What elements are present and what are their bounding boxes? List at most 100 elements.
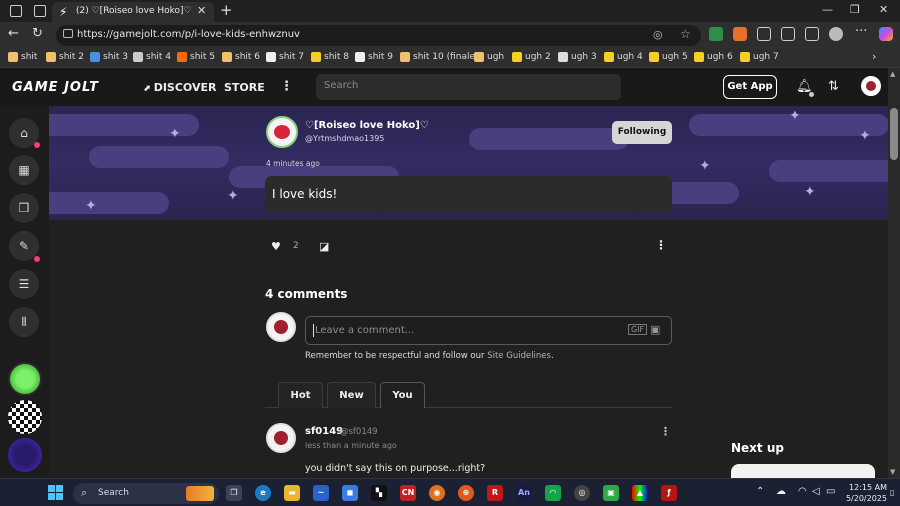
post-options-icon[interactable]: ⋮ — [655, 238, 667, 252]
extension-shield-icon[interactable] — [709, 27, 723, 41]
author-handle[interactable]: @Yrtmshdmao1395 — [305, 134, 384, 143]
app-icon[interactable]: ⊕ — [458, 485, 474, 501]
site-info-icon[interactable] — [63, 29, 73, 38]
wifi-icon[interactable]: ◠ — [798, 486, 807, 497]
comment-timestamp[interactable]: less than a minute ago — [305, 441, 397, 450]
new-tab-icon[interactable]: + — [220, 1, 233, 19]
comment-input[interactable]: Leave a comment... GIF ▣ — [305, 316, 672, 345]
animate-icon[interactable]: An — [516, 485, 532, 501]
bookmark-item[interactable]: ugh 3 — [558, 52, 597, 62]
bookmark-item[interactable]: shit — [8, 52, 37, 62]
taskbar-search[interactable]: ⌕ Search — [73, 483, 219, 504]
tab-actions-icon[interactable] — [34, 5, 46, 17]
volume-icon[interactable]: ◁ — [812, 486, 820, 497]
profile-icon[interactable] — [829, 27, 843, 41]
scrollbar-thumb[interactable] — [890, 108, 898, 160]
author-avatar[interactable] — [266, 116, 298, 148]
site-search-input[interactable]: Search — [316, 74, 621, 100]
more-menu-icon[interactable]: ⋮ — [280, 79, 293, 94]
close-window-icon[interactable]: ✕ — [879, 3, 888, 16]
bookmark-item[interactable]: shit 7 — [266, 52, 304, 62]
community-avatar[interactable] — [8, 400, 42, 434]
library-icon[interactable]: ⦀ — [9, 307, 39, 337]
bookmark-item[interactable]: shit 5 — [177, 52, 215, 62]
address-bar[interactable]: https://gamejolt.com/p/i-love-kids-enhwz… — [56, 25, 701, 46]
tab-you[interactable]: You — [380, 382, 425, 408]
bookmark-item[interactable]: shit 10 (finale) — [400, 52, 479, 62]
bookmark-item[interactable]: shit 9 — [355, 52, 393, 62]
inventory-icon[interactable]: ❒ — [9, 193, 39, 223]
commenter-avatar[interactable] — [266, 423, 296, 453]
more-bookmarks-icon[interactable]: › — [872, 50, 876, 63]
site-guidelines-link[interactable]: Site Guidelines — [487, 351, 551, 361]
following-button[interactable]: Following — [612, 121, 672, 144]
community-avatar[interactable] — [8, 438, 42, 472]
browser-menu-icon[interactable]: ··· — [855, 24, 867, 39]
next-up-card[interactable] — [731, 464, 875, 478]
maximize-icon[interactable]: ❐ — [850, 3, 860, 16]
blender-icon[interactable]: ◉ — [429, 485, 445, 501]
screenshot-icon[interactable] — [757, 27, 771, 41]
browser-tab-active[interactable]: ⚡ (2) ♡[Roiseo love Hoko]♡ on Gam ✕ — [52, 2, 214, 22]
bookmark-item[interactable]: shit 8 — [311, 52, 349, 62]
sticker-picker-icon[interactable]: ▣ — [650, 323, 660, 336]
notifications-tray-icon[interactable]: ▯ — [890, 488, 894, 497]
scroll-down-icon[interactable]: ▼ — [890, 468, 895, 476]
flash-icon[interactable]: ƒ — [661, 485, 677, 501]
like-heart-icon[interactable]: ♥ — [271, 240, 281, 253]
workspaces-icon[interactable] — [10, 5, 22, 17]
like-count[interactable]: 2 — [293, 241, 299, 251]
friends-icon[interactable]: ⇅ — [828, 79, 839, 94]
bookmark-item[interactable]: shit 3 — [90, 52, 128, 62]
reader-icon[interactable]: ◎ — [653, 28, 663, 41]
task-view-icon[interactable]: ❐ — [226, 485, 242, 501]
extension-pen-icon[interactable] — [733, 27, 747, 41]
bookmark-item[interactable]: shit 6 — [222, 52, 260, 62]
tab-new[interactable]: New — [327, 382, 376, 408]
gamejolt-logo[interactable]: GAME JOLT — [12, 80, 99, 95]
store-icon[interactable]: ▦ — [9, 155, 39, 185]
store-link[interactable]: STORE — [224, 81, 265, 94]
bookmark-item[interactable]: ugh 2 — [512, 52, 551, 62]
edge-browser-icon[interactable]: e — [255, 485, 271, 501]
microsoft-store-icon[interactable]: ◼ — [342, 485, 358, 501]
favorites-icon[interactable] — [805, 27, 819, 41]
app-icon[interactable]: ~ — [313, 485, 329, 501]
app-icon[interactable]: ▚ — [371, 485, 387, 501]
user-avatar[interactable] — [861, 76, 881, 96]
bookmark-item[interactable]: shit 2 — [46, 52, 84, 62]
back-icon[interactable]: ← — [8, 26, 19, 41]
app-icon[interactable]: ◎ — [574, 485, 590, 501]
bookmark-item[interactable]: shit 4 — [133, 52, 171, 62]
discover-link[interactable]: ⬈ DISCOVER — [143, 81, 216, 94]
scroll-up-icon[interactable]: ▲ — [890, 70, 895, 78]
app-icon[interactable]: CN — [400, 485, 416, 501]
tray-overflow-icon[interactable]: ⌃ — [756, 486, 764, 497]
onedrive-cloud-icon[interactable]: ☁ — [776, 486, 786, 497]
minimize-icon[interactable]: — — [822, 3, 833, 16]
comment-options-icon[interactable]: ⋮ — [660, 425, 671, 438]
get-app-button[interactable]: Get App — [723, 75, 777, 99]
commenter-handle[interactable]: @sf0149 — [340, 427, 378, 437]
bookmark-item[interactable]: ugh 4 — [604, 52, 643, 62]
battery-icon[interactable]: ▭ — [826, 486, 835, 497]
bookmark-item[interactable]: ugh 6 — [694, 52, 733, 62]
app-icon[interactable]: ▣ — [603, 485, 619, 501]
file-explorer-icon[interactable]: ▬ — [284, 485, 300, 501]
extensions-icon[interactable] — [781, 27, 795, 41]
tab-hot[interactable]: Hot — [278, 382, 323, 408]
chat-icon[interactable]: ☰ — [9, 269, 39, 299]
close-tab-icon[interactable]: ✕ — [197, 4, 206, 17]
favorite-star-icon[interactable]: ☆ — [680, 27, 691, 41]
community-avatar[interactable] — [8, 362, 42, 396]
gif-icon[interactable]: GIF — [628, 324, 648, 335]
app-icon[interactable]: R — [487, 485, 503, 501]
copilot-icon[interactable] — [879, 27, 893, 41]
post-timestamp[interactable]: 4 minutes ago — [266, 159, 320, 168]
sticker-icon[interactable]: ◪ — [319, 240, 329, 253]
taskbar-clock[interactable]: 12:15 AM 5/20/2025 — [837, 482, 887, 504]
bookmark-item[interactable]: ugh — [474, 52, 504, 62]
app-icon[interactable]: ▲ — [632, 485, 648, 501]
bookmark-item[interactable]: ugh 7 — [740, 52, 779, 62]
commenter-name[interactable]: sf0149 — [305, 426, 343, 437]
